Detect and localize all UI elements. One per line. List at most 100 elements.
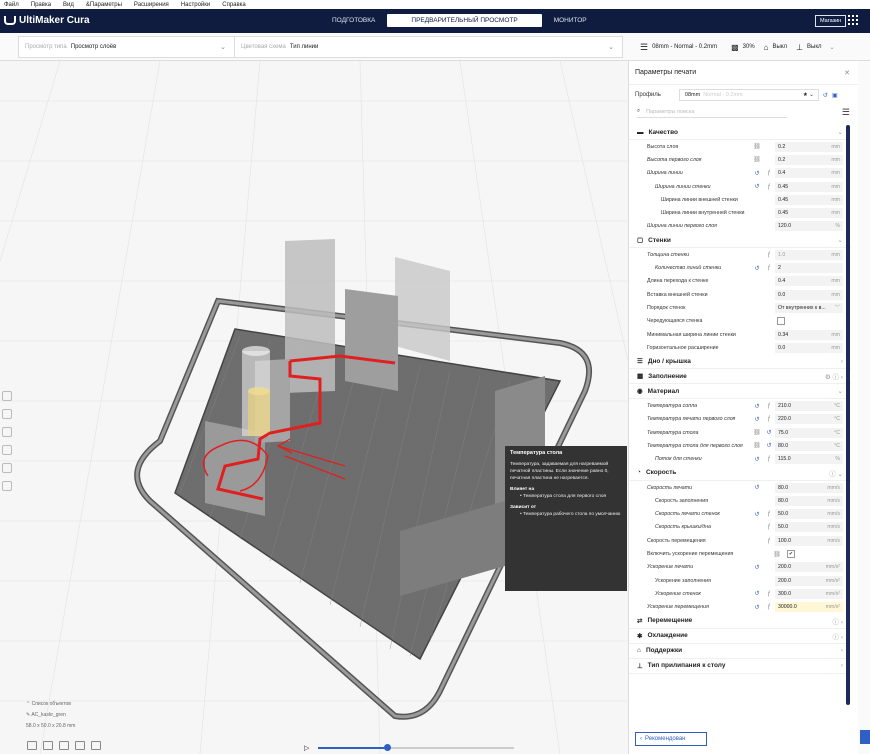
setting-row[interactable]: Скорость перемещения ƒ 100.0 mm/s: [629, 534, 851, 547]
setting-row[interactable]: Длина перехода к стенке 0.4 mm: [629, 275, 851, 288]
support-blocker-icon[interactable]: [2, 481, 12, 491]
category-adhesion[interactable]: ⊥ Тип прилипания к столу ‹: [629, 659, 851, 674]
category-cooling[interactable]: ✱ Охлаждение ⓘ ‹: [629, 629, 851, 644]
side-action-button[interactable]: [860, 730, 870, 744]
category-infill[interactable]: ▩ Заполнение ⚙ ⓘ ‹: [629, 369, 851, 385]
play-icon[interactable]: ▷: [304, 744, 309, 752]
view-top-icon[interactable]: [59, 741, 69, 750]
setting-row[interactable]: Ширина линии первого слоя 120.0%: [629, 220, 851, 233]
setting-input[interactable]: 80.0 mm/s: [775, 495, 843, 506]
save-icon[interactable]: ▣: [832, 92, 838, 99]
setting-input[interactable]: 50.0 mm/s: [775, 522, 843, 533]
rotate-tool-icon[interactable]: [2, 427, 12, 437]
setting-input[interactable]: 80.0 °C: [775, 440, 843, 451]
slider-handle[interactable]: [384, 744, 391, 751]
reset-icon[interactable]: ↺: [751, 265, 763, 272]
object-name-row[interactable]: ✎ AC_kaskr_gren: [26, 712, 75, 718]
menu-edit[interactable]: Правка: [31, 2, 51, 8]
setting-row[interactable]: Чередующаяся стенка: [629, 315, 851, 328]
setting-row[interactable]: Ширина линии внешней стенки 0.45 mm: [629, 193, 851, 206]
setting-input[interactable]: 0.2 mm: [775, 141, 843, 152]
reset-icon[interactable]: ↺: [751, 416, 763, 423]
alternate-wall-checkbox[interactable]: [777, 317, 785, 326]
setting-row[interactable]: Минимальная ширина линии стенки 0.34 mm: [629, 328, 851, 341]
setting-row[interactable]: Ширина линии ↺ ƒ 0.4 mm: [629, 167, 851, 180]
move-tool-icon[interactable]: [2, 391, 12, 401]
menu-settings[interactable]: &Параметры: [86, 2, 122, 8]
scale-tool-icon[interactable]: [2, 409, 12, 419]
setting-input[interactable]: 120.0%: [775, 221, 843, 232]
close-icon[interactable]: ✕: [844, 69, 850, 77]
setting-input[interactable]: 0.0 mm: [775, 342, 843, 353]
layer-path-slider[interactable]: ▷: [304, 744, 522, 752]
search-input[interactable]: ⌕ Параметры поиска: [637, 106, 787, 118]
reset-icon[interactable]: ↺: [751, 511, 763, 518]
reset-icon[interactable]: ↺: [751, 484, 763, 491]
setting-input[interactable]: 220.0 °C: [775, 414, 843, 425]
category-support[interactable]: ⌂ Поддержки ‹: [629, 644, 851, 659]
menu-extensions[interactable]: Расширения: [134, 2, 169, 8]
star-icon[interactable]: ★ ⌄: [803, 92, 814, 98]
setting-input[interactable]: 200.0 mm/s²: [775, 562, 843, 573]
per-model-settings-icon[interactable]: [2, 463, 12, 473]
reset-icon[interactable]: ↺: [751, 183, 763, 190]
setting-row[interactable]: Ускорение стенок ↺ ƒ 300.0 mm/s²: [629, 587, 851, 600]
category-quality[interactable]: ▬ Качество ⌄: [629, 125, 851, 140]
object-list-toggle[interactable]: ⌃ Список объектов: [26, 701, 75, 707]
reset-icon[interactable]: ↺: [751, 604, 763, 611]
setting-input[interactable]: 210.0 °C: [775, 401, 843, 412]
setting-row[interactable]: Ускорение заполнения 200.0 mm/s²: [629, 574, 851, 587]
setting-input[interactable]: 30000.0 mm/s²: [775, 602, 843, 613]
reset-icon[interactable]: ↺: [751, 590, 763, 597]
menu-preferences[interactable]: Настройки: [181, 2, 210, 8]
menu-icon[interactable]: ☰: [842, 107, 850, 118]
setting-row[interactable]: Ускорение перемещения ↺ ƒ 30000.0 mm/s²: [629, 601, 851, 614]
reset-icon[interactable]: ↺: [823, 92, 828, 99]
setting-input[interactable]: 0.0 mm: [775, 289, 843, 300]
layer-view-canvas[interactable]: [0, 61, 628, 754]
reset-icon[interactable]: ↺: [751, 456, 763, 463]
reset-icon[interactable]: ↺: [763, 442, 775, 449]
setting-input[interactable]: 80.0 mm/s: [775, 482, 843, 493]
setting-input[interactable]: 0.4 mm: [775, 168, 843, 179]
setting-row[interactable]: Скорость печати ↺ 80.0 mm/s: [629, 481, 851, 494]
setting-input[interactable]: 1.0 mm: [775, 249, 843, 260]
tab-preview[interactable]: ПРЕДВАРИТЕЛЬНЫЙ ПРОСМОТР: [387, 14, 542, 27]
setting-row[interactable]: Вставка внешней стенки 0.0 mm: [629, 288, 851, 301]
print-setup-summary[interactable]: ☰ 08mm - Normal - 0.2mm ▩ 30% ⌂ Выкл ⊥ В…: [640, 36, 870, 58]
menu-help[interactable]: Справка: [222, 2, 246, 8]
menu-view[interactable]: Вид: [63, 2, 74, 8]
setting-row[interactable]: Ширина линии стенки ↺ ƒ 0.45 mm: [629, 180, 851, 193]
color-scheme-select[interactable]: Цветовая схема Тип линии ⌄: [235, 37, 622, 57]
setting-row[interactable]: Высота первого слоя ⛓ 0.2 mm: [629, 153, 851, 166]
menu-file[interactable]: Файл: [4, 2, 19, 8]
apps-grid-icon[interactable]: [848, 15, 858, 25]
view-3d-icon[interactable]: [27, 741, 37, 750]
wall-order-select[interactable]: От внутренних к в... ﹀: [775, 302, 843, 313]
reset-icon[interactable]: ↺: [751, 170, 763, 177]
3d-viewport[interactable]: [0, 61, 628, 754]
setting-row[interactable]: Ширина линии внутренней стенки 0.45 mm: [629, 206, 851, 219]
setting-input[interactable]: 0.2 mm: [775, 154, 843, 165]
setting-row[interactable]: Скорость печати стенок ↺ ƒ 50.0 mm/s: [629, 508, 851, 521]
setting-input[interactable]: 0.45 mm: [775, 194, 843, 205]
setting-row[interactable]: Порядок стенок От внутренних к в... ﹀: [629, 301, 851, 314]
setting-input[interactable]: 0.45 mm: [775, 181, 843, 192]
setting-input[interactable]: 100.0 mm/s: [775, 535, 843, 546]
category-speed[interactable]: ◔ Скорость ⓘ ⌄: [629, 466, 851, 481]
view-type-select[interactable]: Просмотр типа Просмотр слоёв ⌄: [19, 37, 234, 57]
tab-prepare[interactable]: ПОДГОТОВКА: [320, 14, 387, 27]
view-front-icon[interactable]: [43, 741, 53, 750]
profile-select[interactable]: 08mm Normal - 0.2mm ★ ⌄: [678, 89, 819, 101]
setting-row[interactable]: Скорость заполнения 80.0 mm/s: [629, 494, 851, 507]
setting-row[interactable]: Включить ускорение перемещения ⛓ ✔: [629, 547, 851, 560]
setting-row[interactable]: Температура сопла ↺ ƒ 210.0 °C: [629, 399, 851, 412]
setting-input[interactable]: 0.45 mm: [775, 208, 843, 219]
setting-row[interactable]: Скорость крышки/дна ƒ 50.0 mm/s: [629, 521, 851, 534]
setting-input[interactable]: 0.4 mm: [775, 276, 843, 287]
view-right-icon[interactable]: [91, 741, 101, 750]
marketplace-button[interactable]: Магазин: [815, 15, 847, 27]
setting-row[interactable]: Температура стола ⛓ ↺ 75.0 °C: [629, 426, 851, 439]
setting-input[interactable]: 75.0 °C: [775, 427, 843, 438]
reset-icon[interactable]: ↺: [763, 429, 775, 436]
